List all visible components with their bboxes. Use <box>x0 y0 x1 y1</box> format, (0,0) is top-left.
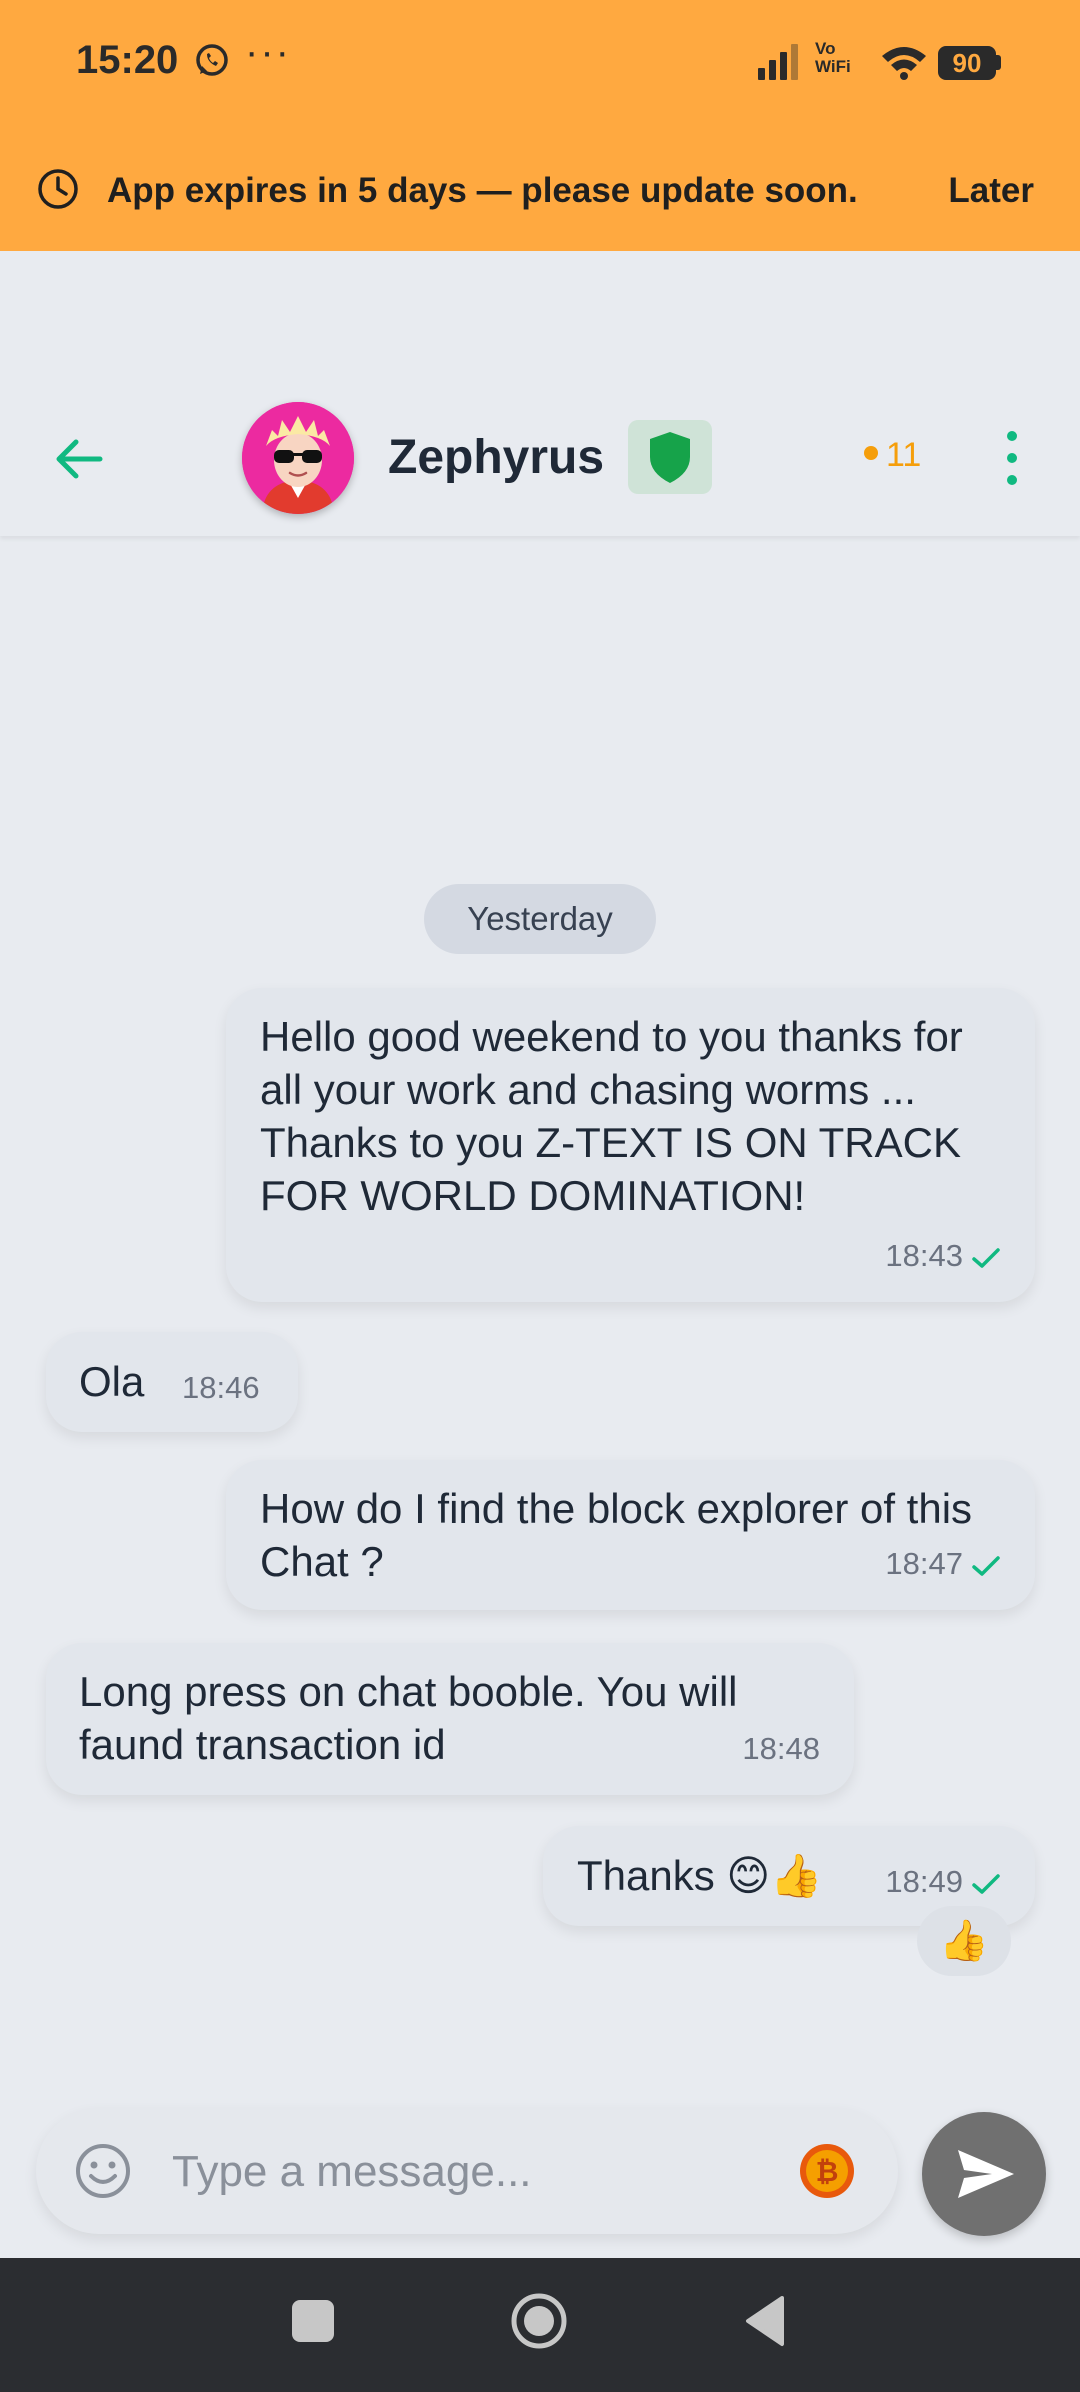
message-text: Hello good weekend to you thanks for all… <box>260 1013 1080 1219</box>
online-count[interactable]: 11 <box>864 436 921 475</box>
status-bar: 15:20 ··· Vo WiFi 90 <box>0 0 1080 125</box>
message-bubble-outgoing[interactable]: Hello good weekend to you thanks for all… <box>226 988 1035 1302</box>
shield-icon <box>650 432 690 483</box>
whatsapp-icon <box>196 44 228 76</box>
chat-header: Zephyrus 11 <box>0 380 1080 536</box>
message-input[interactable] <box>170 2136 794 2208</box>
message-time: 18:48 <box>742 1731 820 1766</box>
status-time: 15:20 <box>76 38 179 82</box>
svg-text:₿: ₿ <box>816 2155 839 2188</box>
status-overflow: ··· <box>245 30 291 74</box>
battery-icon: 90 <box>938 46 996 80</box>
expiry-banner: App expires in 5 days — please update so… <box>0 125 1080 251</box>
message-text: Thanks 😊👍 <box>577 1852 823 1899</box>
bitcoin-coin-icon[interactable]: ₿ <box>798 2142 856 2200</box>
check-icon <box>972 1874 1000 1894</box>
message-bubble-outgoing[interactable]: How do I find the block explorer of this… <box>226 1460 1035 1610</box>
message-bubble-incoming[interactable]: Ola 18:46 <box>46 1332 298 1432</box>
message-reaction[interactable]: 👍 <box>917 1906 1011 1976</box>
contact-name[interactable]: Zephyrus <box>388 430 604 485</box>
online-count-value: 11 <box>886 436 922 474</box>
message-composer: ₿ <box>36 2108 898 2234</box>
online-dot <box>864 446 878 461</box>
clock-icon <box>38 169 78 209</box>
verified-badge[interactable] <box>628 420 712 494</box>
emoji-icon[interactable] <box>74 2142 132 2200</box>
message-meta: 18:47 <box>885 1537 1001 1590</box>
send-icon <box>958 2150 1014 2198</box>
check-icon <box>972 1556 1000 1576</box>
back-arrow-icon[interactable] <box>48 428 110 490</box>
send-button[interactable] <box>922 2112 1046 2236</box>
wifi-icon <box>882 47 926 80</box>
check-icon <box>972 1248 1000 1268</box>
vowifi-label: Vo WiFi <box>815 39 851 76</box>
avatar[interactable] <box>242 402 354 514</box>
message-bubble-incoming[interactable]: Long press on chat booble. You will faun… <box>46 1643 854 1795</box>
signal-icon <box>758 44 798 80</box>
battery-tip <box>996 55 1001 70</box>
back-icon[interactable] <box>744 2294 786 2348</box>
more-vert-icon[interactable] <box>996 422 1028 494</box>
message-text: Ola <box>79 1358 145 1405</box>
home-icon[interactable] <box>510 2292 568 2350</box>
date-separator: Yesterday <box>424 884 656 954</box>
banner-message: App expires in 5 days — please update so… <box>107 171 858 210</box>
later-button[interactable]: Later <box>948 171 1034 211</box>
system-nav-bar <box>0 2258 1080 2392</box>
message-time: 18:46 <box>182 1370 260 1405</box>
message-time: 18:49 <box>885 1864 963 1899</box>
message-text: Long press on chat booble. You will faun… <box>79 1668 750 1768</box>
message-time: 18:43 <box>885 1238 963 1273</box>
message-meta: 18:43 <box>885 1229 1001 1282</box>
message-time: 18:47 <box>885 1546 963 1581</box>
recents-icon[interactable] <box>292 2300 334 2342</box>
